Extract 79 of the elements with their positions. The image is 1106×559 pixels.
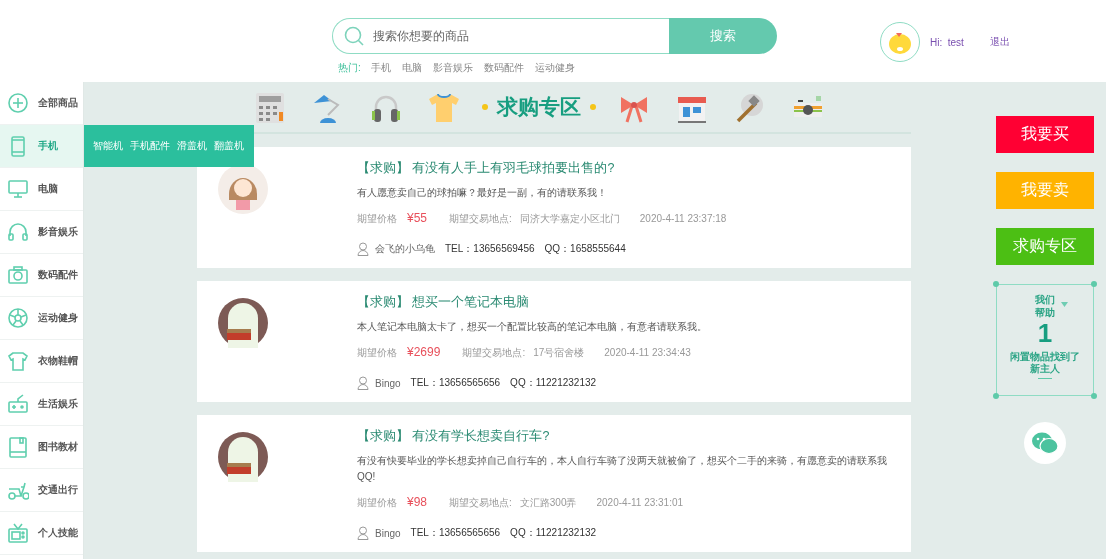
help-heading: 我们 帮助 xyxy=(1034,293,1055,319)
caret-icon xyxy=(1060,302,1068,307)
sidebar-item[interactable]: 衣物鞋帽 xyxy=(0,340,83,383)
submenu-link[interactable]: 翻盖机 xyxy=(214,139,244,153)
phone-number: TEL：13656565656 xyxy=(410,376,501,390)
phone-number: TEL：13656565656 xyxy=(410,526,501,540)
post-title[interactable]: 【求购】 有没有学长想卖自行车? xyxy=(357,428,891,445)
place-label: 期望交易地点: xyxy=(462,346,526,360)
dot-icon xyxy=(589,103,597,111)
sidebar-item[interactable]: 运动健身 xyxy=(0,297,83,340)
sidebar-item[interactable]: 个人技能 xyxy=(0,512,83,555)
sidebar-item[interactable]: 生活娱乐 xyxy=(0,383,83,426)
price-label: 期望价格 xyxy=(357,496,397,510)
price: ¥55 xyxy=(407,211,428,225)
place: 同济大学嘉定小区北门 xyxy=(519,212,620,226)
sidebar-item[interactable]: 图书教材 xyxy=(0,426,83,469)
place-label: 期望交易地点: xyxy=(449,496,512,510)
hot-link[interactable]: 影音娱乐 xyxy=(432,61,473,75)
sidebar-item[interactable]: 影音娱乐 xyxy=(0,211,83,254)
post-description: 本人笔记本电脑太卡了，想买一个配置比较高的笔记本电脑，有意者请联系我。 xyxy=(357,320,708,334)
price: ¥2699 xyxy=(407,345,441,359)
hot-link[interactable]: 电脑 xyxy=(401,61,422,75)
submenu-link[interactable]: 滑盖机 xyxy=(177,139,207,153)
category-icon xyxy=(7,92,29,114)
category-icon xyxy=(7,221,29,243)
user-icon xyxy=(357,526,369,540)
dot-icon xyxy=(481,103,489,111)
category-icon xyxy=(7,264,29,286)
submenu-link[interactable]: 智能机 xyxy=(93,139,123,153)
user-icon xyxy=(357,376,369,390)
hot-label: 热门: xyxy=(338,61,361,75)
category-icon xyxy=(7,436,29,458)
qq-number: QQ：1658555644 xyxy=(544,242,626,256)
price-label: 期望价格 xyxy=(357,346,397,360)
timestamp: 2020-4-11 23:31:01 xyxy=(596,497,684,508)
search-icon xyxy=(343,25,365,47)
hot-link[interactable]: 数码配件 xyxy=(483,61,524,75)
timestamp: 2020-4-11 23:34:43 xyxy=(604,347,691,358)
sidebar-item[interactable]: 数码配件 xyxy=(0,254,83,297)
avatar-icon xyxy=(218,298,268,348)
phone-number: TEL：13656569456 xyxy=(445,242,535,256)
timestamp: 2020-4-11 23:37:18 xyxy=(639,213,727,224)
price: ¥98 xyxy=(407,495,428,509)
post-description: 有没有快要毕业的学长想卖掉自己自行车的，本人自行车骑了没两天就被偷了，想买个二手的来骑，有愿意卖的请联系我QQ! xyxy=(357,454,888,484)
place: 17号宿舍楼 xyxy=(533,346,585,360)
user-name: Bingo xyxy=(375,377,401,389)
hot-link[interactable]: 手机 xyxy=(370,61,391,75)
help-count: 1 xyxy=(1037,319,1053,347)
post-title[interactable]: 【求购】 想买一个笔记本电脑 xyxy=(357,294,891,311)
avatar-icon xyxy=(218,432,268,482)
logout-link[interactable]: 退出 xyxy=(989,35,1010,49)
submenu-link[interactable]: 手机配件 xyxy=(130,139,170,153)
qq-number: QQ：11221232132 xyxy=(510,526,597,540)
section-title: 求购专区 xyxy=(497,93,581,121)
category-icon xyxy=(7,178,29,200)
place: 文汇路300弄 xyxy=(519,496,577,510)
action-button[interactable]: 我要买 xyxy=(996,116,1094,153)
user-greeting: Hi: test xyxy=(930,36,964,48)
help-text: 闲置物品找到了 新主人 xyxy=(1010,351,1080,375)
user-name: 会飞的小乌龟 xyxy=(375,242,435,256)
price-label: 期望价格 xyxy=(357,212,397,226)
user-name: Bingo xyxy=(375,527,401,539)
category-icon xyxy=(7,350,29,372)
action-button[interactable]: 求购专区 xyxy=(996,228,1094,265)
category-icon xyxy=(7,522,29,544)
sidebar-item[interactable]: 电脑 xyxy=(0,168,83,211)
avatar-icon xyxy=(218,164,268,214)
post-description: 有人愿意卖自己的球拍嘛？最好是一副，有的请联系我！ xyxy=(357,186,608,200)
place-label: 期望交易地点: xyxy=(449,212,512,226)
sidebar-item[interactable]: 交通出行 xyxy=(0,469,83,512)
qq-number: QQ：11221232132 xyxy=(510,376,597,390)
hot-link[interactable]: 运动健身 xyxy=(534,61,575,75)
post-title[interactable]: 【求购】 有没有人手上有羽毛球拍要出售的? xyxy=(357,160,891,177)
category-icon xyxy=(7,393,29,415)
category-icon xyxy=(7,307,29,329)
sidebar-item[interactable]: 手机 xyxy=(0,125,83,168)
user-icon xyxy=(357,242,369,256)
wechat-button[interactable] xyxy=(1024,422,1066,464)
chat-bubbles-icon xyxy=(1031,431,1059,455)
